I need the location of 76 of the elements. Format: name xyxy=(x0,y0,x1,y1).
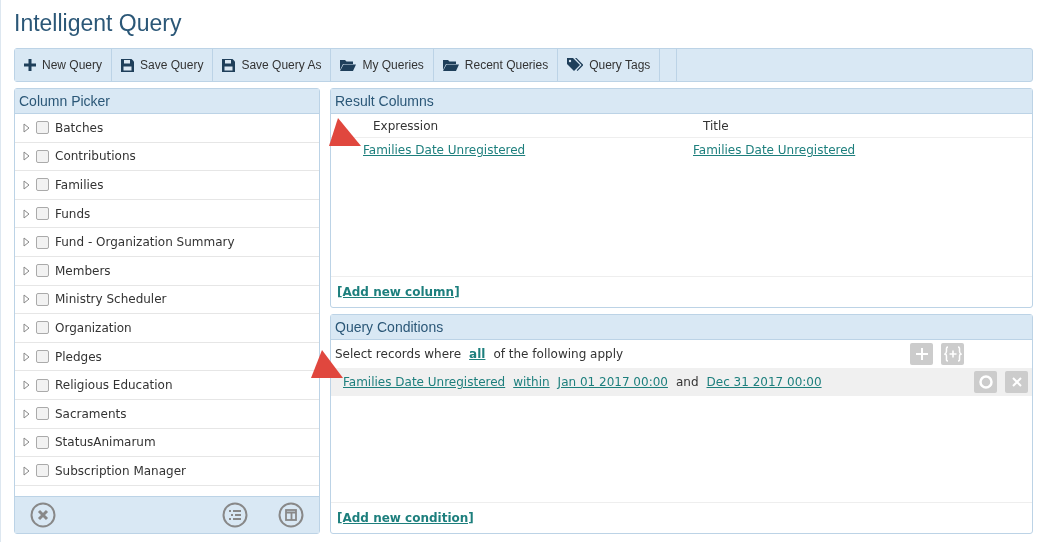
intro-text: of the following apply xyxy=(493,347,624,361)
checkbox[interactable] xyxy=(36,149,49,163)
toolbar-button[interactable]: New Query xyxy=(15,49,113,81)
joiner-text: and xyxy=(675,375,699,389)
checkbox[interactable] xyxy=(36,435,49,449)
add-condition-link[interactable]: [Add new condition] xyxy=(337,511,474,525)
column-link[interactable]: Families Date Unregistered xyxy=(363,143,526,157)
expand-icon[interactable] xyxy=(23,265,30,276)
expand-icon[interactable] xyxy=(23,351,30,362)
checkbox[interactable] xyxy=(36,407,49,421)
tree-item[interactable]: Contributions xyxy=(55,149,136,164)
checkbox[interactable] xyxy=(36,178,49,192)
circle-icon xyxy=(978,375,993,389)
list-icon[interactable] xyxy=(222,502,248,528)
column-link[interactable]: Families Date Unregistered xyxy=(693,143,856,157)
expand-icon[interactable] xyxy=(23,237,30,248)
operator-link[interactable]: within xyxy=(513,375,550,389)
expand-icon[interactable] xyxy=(23,151,30,162)
field-link[interactable]: Families Date Unregistered xyxy=(343,375,506,389)
panel-header: Query Conditions xyxy=(331,315,1032,340)
expand-icon[interactable] xyxy=(23,380,30,391)
expand-icon[interactable] xyxy=(23,180,30,190)
checkbox[interactable] xyxy=(36,350,49,364)
tree-item[interactable]: Families xyxy=(55,178,104,192)
expand-icon[interactable] xyxy=(23,208,30,219)
panel-header: Result Columns xyxy=(331,89,1032,114)
checkbox[interactable] xyxy=(36,264,49,278)
tree-item[interactable]: Organization xyxy=(55,320,132,335)
tree-item[interactable]: Fund - Organization Summary xyxy=(55,235,235,250)
column-header: Title xyxy=(702,118,730,133)
pointer-arrow-icon xyxy=(328,117,362,147)
braces-plus-icon xyxy=(943,346,962,362)
expand-icon[interactable] xyxy=(23,437,30,448)
save-icon xyxy=(222,58,236,72)
tree-item[interactable]: Batches xyxy=(55,120,104,135)
checkbox[interactable] xyxy=(36,464,49,478)
value-link[interactable]: Dec 31 2017 00:00 xyxy=(706,375,822,389)
folder-icon xyxy=(442,59,459,71)
checkbox[interactable] xyxy=(36,292,49,306)
intro-text: Select records where xyxy=(335,347,462,361)
expand-icon[interactable] xyxy=(23,408,30,419)
layout-icon[interactable] xyxy=(278,502,304,528)
tag-icon xyxy=(567,58,584,72)
checkbox[interactable] xyxy=(36,235,49,249)
tree-item[interactable]: Ministry Scheduler xyxy=(55,292,167,307)
value-link[interactable]: Jan 01 2017 00:00 xyxy=(557,375,668,389)
page-title: Intelligent Query xyxy=(14,10,183,38)
plus-icon xyxy=(24,59,36,71)
folder-icon xyxy=(340,59,357,71)
tree-item[interactable]: Religious Education xyxy=(55,378,173,393)
close-icon xyxy=(1011,377,1022,387)
expand-icon[interactable] xyxy=(23,322,30,333)
column-header: Expression xyxy=(372,118,440,133)
tree-item[interactable]: Funds xyxy=(55,206,91,221)
expand-icon[interactable] xyxy=(23,122,30,133)
checkbox[interactable] xyxy=(36,378,49,392)
remove-button[interactable] xyxy=(1005,371,1028,393)
add-group-button[interactable] xyxy=(941,343,964,365)
checkbox[interactable] xyxy=(36,121,49,135)
expand-icon[interactable] xyxy=(23,294,30,305)
tree-item[interactable]: Members xyxy=(55,263,111,278)
expand-icon[interactable] xyxy=(23,465,30,476)
panel-header: Column Picker xyxy=(15,89,319,114)
checkbox[interactable] xyxy=(36,207,49,221)
save-icon xyxy=(121,58,135,72)
match-link[interactable]: all xyxy=(469,347,486,361)
tree-item[interactable]: Sacraments xyxy=(55,406,127,421)
tree-item[interactable]: Subscription Manager xyxy=(55,463,186,478)
add-column-link[interactable]: [Add new column] xyxy=(337,285,460,299)
plus-icon xyxy=(915,348,928,360)
tree-item[interactable]: Pledges xyxy=(55,349,102,364)
toggle-button[interactable] xyxy=(974,371,997,393)
clear-icon[interactable] xyxy=(30,502,56,528)
checkbox[interactable] xyxy=(36,321,49,335)
tree-item[interactable]: StatusAnimarum xyxy=(55,435,156,450)
add-condition-button[interactable] xyxy=(910,343,933,365)
